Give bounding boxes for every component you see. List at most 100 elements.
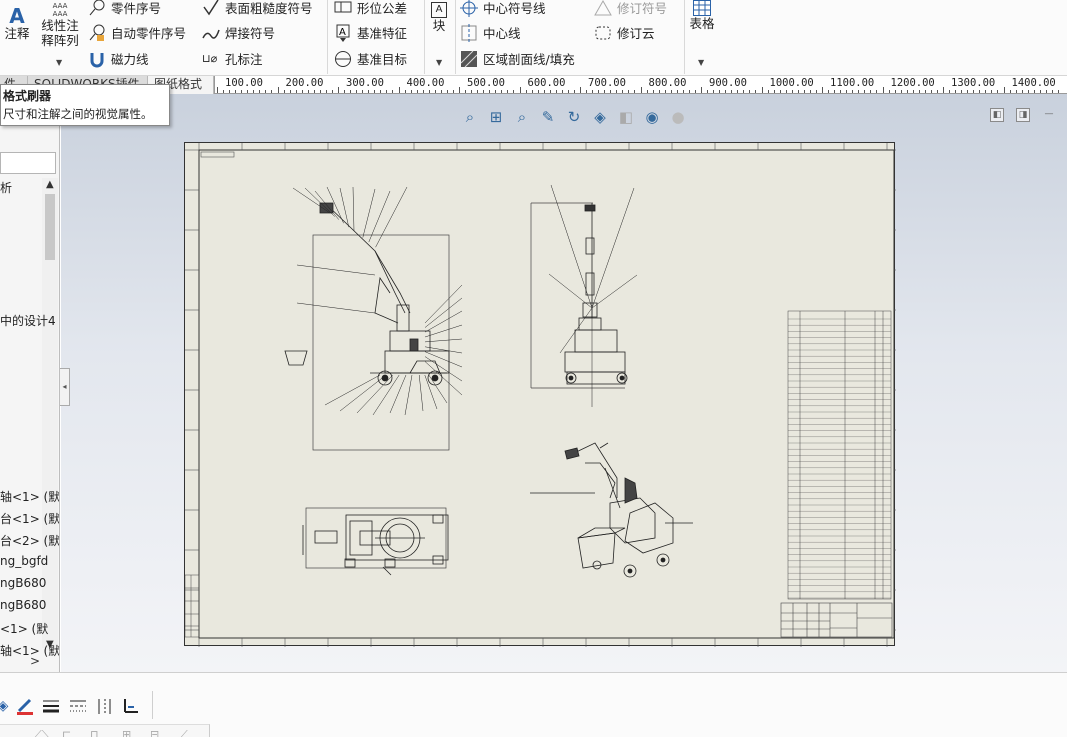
table-button[interactable]: 表格 — [688, 0, 716, 31]
tree-item[interactable]: ng_bgfd — [0, 554, 48, 568]
ruler-tick — [743, 90, 745, 93]
appearance-icon[interactable]: ● — [667, 107, 689, 127]
align-icon[interactable]: ⟋⟍ — [34, 728, 54, 737]
revision-cloud-button[interactable]: 修订云 — [594, 23, 655, 42]
hole-callout-button[interactable]: ⊔⌀ 孔标注 — [202, 49, 263, 68]
auto-balloon-button[interactable]: 自动零件序号 — [88, 23, 186, 42]
panel-collapse-handle[interactable]: ◂ — [60, 368, 70, 406]
tree-item[interactable]: 台<2> (默 — [0, 532, 59, 549]
datum-feature-button[interactable]: A 基准特征 — [334, 23, 407, 42]
window-tile-icon[interactable]: ◨ — [1016, 108, 1030, 122]
window-restore-icon[interactable]: ◧ — [990, 108, 1004, 122]
layer-icon[interactable]: ◈ — [0, 695, 14, 717]
hide-show-edges-icon[interactable] — [94, 695, 116, 717]
line-style-icon[interactable] — [67, 695, 89, 717]
space-evenly-icon[interactable]: ⊞ — [122, 728, 142, 737]
rotate-icon[interactable]: ↻ — [563, 107, 585, 127]
ruler-label: 300.00 — [346, 77, 384, 89]
datum-target-icon — [334, 50, 352, 68]
tree-scroll-thumb[interactable] — [45, 194, 55, 260]
ruler-tick — [1027, 90, 1029, 93]
ruler-tick — [634, 90, 636, 93]
datum-target-button[interactable]: 基准目标 — [334, 49, 407, 68]
scroll-right-arrow[interactable]: > — [30, 654, 40, 668]
ruler-tick — [580, 87, 581, 93]
window-minimize-icon[interactable]: — — [1042, 108, 1056, 122]
ruler-tick — [434, 90, 436, 93]
block-dropdown[interactable]: ▼ — [436, 58, 442, 67]
ruler-tick — [477, 90, 479, 93]
tree-item[interactable]: ngB680 — [0, 598, 46, 612]
ruler-tick — [356, 90, 358, 93]
graphics-area[interactable]: ⌕ ⊞ ⌕ ✎ ↻ ◈ ◧ ◉ ● ◧ ◨ — — [61, 94, 1067, 672]
revision-symbol-button[interactable]: 修订符号 — [594, 0, 667, 17]
ruler-tick — [277, 87, 279, 93]
color-display-mode-icon[interactable] — [120, 695, 142, 717]
ruler-tick — [531, 90, 533, 93]
zoom-to-fit-icon[interactable]: ⌕ — [459, 107, 481, 127]
line-thickness-icon[interactable] — [40, 695, 62, 717]
ruler-tick — [501, 90, 503, 93]
centerline-button[interactable]: 中心线 — [460, 23, 521, 42]
tree-item[interactable]: 析 — [0, 179, 12, 196]
magnetic-line-button[interactable]: 磁力线 — [88, 49, 149, 68]
surface-finish-button[interactable]: 表面粗糙度符号 — [202, 0, 313, 17]
ruler-label: 1000.00 — [769, 77, 814, 89]
ruler-tick — [235, 90, 237, 93]
ruler-tick — [253, 90, 255, 93]
ungroup-icon[interactable]: ⟋ — [180, 728, 200, 737]
ruler-label: 400.00 — [406, 77, 445, 89]
zoom-in-out-icon[interactable]: ⌕ — [511, 107, 533, 127]
balloon-label: 零件序号 — [111, 1, 162, 16]
balloon-button[interactable]: 零件序号 — [88, 0, 161, 17]
ruler-tick — [598, 90, 600, 93]
tree-item[interactable]: <1> (默 — [0, 620, 48, 637]
zoom-to-area-icon[interactable]: ⊞ — [485, 107, 507, 127]
ruler-tick — [682, 90, 684, 93]
ruler-tick — [803, 90, 805, 93]
drawing-line — [424, 361, 463, 396]
geometric-tolerance-button[interactable]: 形位公差 — [334, 0, 407, 17]
ruler-tick — [229, 90, 231, 93]
line-color-icon[interactable] — [14, 695, 36, 717]
table-dropdown[interactable]: ▼ — [698, 58, 704, 67]
tree-item[interactable]: 轴<1> (默 — [0, 488, 59, 505]
scroll-up-arrow[interactable]: ▲ — [46, 179, 54, 190]
tooltip-body: 尺寸和注解之间的视觉属性。 — [3, 107, 153, 121]
ruler-tick — [519, 87, 521, 93]
linear-note-pattern-button[interactable]: AAA AAA 线性注 释阵列 — [38, 2, 82, 48]
ruler-tick — [223, 90, 225, 93]
feature-manager-tree: ▲ ▼ 析 中的设计4 轴<1> (默 台<1> (默 台<2> (默 ng_b… — [0, 94, 60, 672]
area-hatch-button[interactable]: 区域剖面线/填充 — [460, 49, 575, 68]
block-label: 块 — [432, 18, 446, 33]
align-top-icon[interactable]: ⊓ — [90, 728, 110, 737]
annotation-icon: A — [9, 4, 25, 28]
display-style-icon[interactable]: ◧ — [615, 107, 637, 127]
annotation-button[interactable]: A 注释 — [2, 6, 32, 41]
weld-symbol-button[interactable]: 焊接符号 — [202, 23, 275, 42]
ruler-tick — [822, 87, 823, 93]
center-mark-button[interactable]: 中心符号线 — [460, 0, 546, 17]
hide-show-icon[interactable]: ◉ — [641, 107, 663, 127]
drawing-sheet[interactable] — [184, 142, 896, 647]
ruler-tick — [567, 90, 569, 93]
ruler-tick — [894, 90, 896, 93]
group-icon[interactable]: ⊟ — [150, 728, 170, 737]
ruler-tick — [930, 90, 932, 93]
pan-icon[interactable]: ✎ — [537, 107, 559, 127]
ruler-tick — [410, 90, 412, 93]
weld-symbol-label: 焊接符号 — [225, 26, 276, 41]
tree-filter-input[interactable] — [0, 152, 56, 174]
ruler-label: 1400.00 — [1011, 77, 1056, 89]
command-manager-ribbon: A 注释 AAA AAA 线性注 释阵列 ▼ 零件序号 自动零件序号 磁力线 表面… — [0, 0, 1067, 76]
previous-view-icon[interactable]: ◈ — [589, 107, 611, 127]
linear-pattern-dropdown[interactable]: ▼ — [56, 58, 62, 67]
block-button[interactable]: A 块 — [428, 2, 450, 33]
tree-item[interactable]: 台<1> (默 — [0, 510, 59, 527]
ruler-tick — [307, 90, 309, 93]
tree-item[interactable]: 中的设计4 — [0, 312, 56, 329]
tree-item[interactable]: ngB680 — [0, 576, 46, 590]
ruler-tick — [331, 90, 333, 93]
weld-icon — [202, 24, 220, 42]
align-left-icon[interactable]: ⊏ — [62, 728, 82, 737]
